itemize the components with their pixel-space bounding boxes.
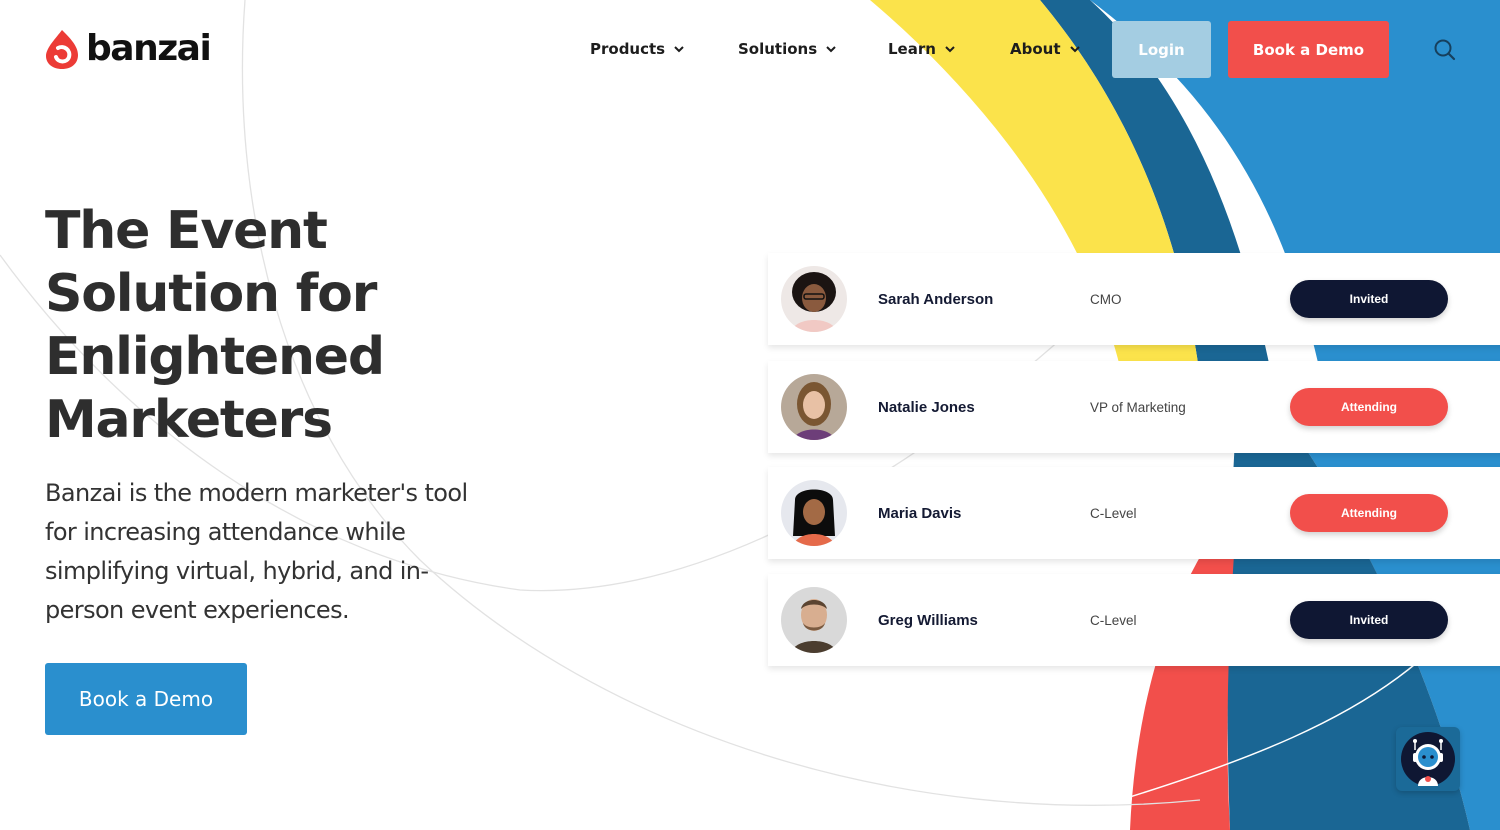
hero-title-line: Solution for [45,264,377,324]
nav-item-products[interactable]: Products [590,40,685,58]
attendee-card: Greg Williams C-Level Invited [768,574,1500,666]
hero-title-line: Marketers [45,390,333,450]
avatar [781,480,847,546]
search-icon[interactable] [1432,37,1458,63]
chatbot-robot-icon [1401,732,1455,786]
hero-subtitle: Banzai is the modern marketer's tool for… [45,474,535,630]
attendee-card: Sarah Anderson CMO Invited [768,253,1500,345]
banzai-logo-icon [46,30,78,69]
attendee-name: Greg Williams [878,611,978,629]
status-badge[interactable]: Invited [1290,601,1448,639]
attendee-role: VP of Marketing [1090,399,1186,415]
nav-item-label: Solutions [738,40,818,58]
attendee-role: C-Level [1090,612,1137,628]
avatar-photo-icon [781,266,847,332]
status-badge[interactable]: Invited [1290,280,1448,318]
attendee-card: Maria Davis C-Level Attending [768,467,1500,559]
attendee-name: Natalie Jones [878,398,975,416]
hero-title: The Event Solution for Enlightened Marke… [45,200,525,452]
hero-subtitle-line: Banzai is the modern marketer's tool [45,479,468,507]
status-badge[interactable]: Attending [1290,388,1448,426]
hero-subtitle-line: simplifying virtual, hybrid, and in- [45,557,429,585]
logo-text: banzai [86,28,212,69]
hero-subtitle-line: person event experiences. [45,596,350,624]
attendee-card: Natalie Jones VP of Marketing Attending [768,361,1500,453]
attendee-role: CMO [1090,291,1122,307]
nav-item-solutions[interactable]: Solutions [738,40,837,58]
hero-title-line: The Event [45,201,328,261]
avatar [781,587,847,653]
avatar [781,266,847,332]
attendee-name: Maria Davis [878,504,962,522]
chevron-down-icon [945,46,955,53]
nav-item-learn[interactable]: Learn [888,40,956,58]
hero-title-line: Enlightened [45,327,385,387]
chatbot-launcher[interactable] [1396,727,1460,791]
avatar-photo-icon [781,480,847,546]
login-button[interactable]: Login [1112,21,1211,78]
banzai-logo[interactable]: banzai [44,28,212,70]
nav-item-label: Learn [888,40,936,58]
avatar [781,374,847,440]
status-badge[interactable]: Attending [1290,494,1448,532]
nav-item-about[interactable]: About [1010,40,1081,58]
chevron-down-icon [674,46,684,53]
nav-item-label: About [1010,40,1061,58]
chevron-down-icon [1069,46,1080,53]
avatar-photo-icon [781,587,847,653]
hero-subtitle-line: for increasing attendance while [45,518,406,546]
avatar-photo-icon [781,374,847,440]
book-demo-hero-button[interactable]: Book a Demo [45,663,247,735]
chevron-down-icon [826,46,836,53]
book-demo-nav-button[interactable]: Book a Demo [1228,21,1389,78]
attendee-name: Sarah Anderson [878,290,994,308]
nav-item-label: Products [590,40,666,58]
attendee-role: C-Level [1090,505,1137,521]
